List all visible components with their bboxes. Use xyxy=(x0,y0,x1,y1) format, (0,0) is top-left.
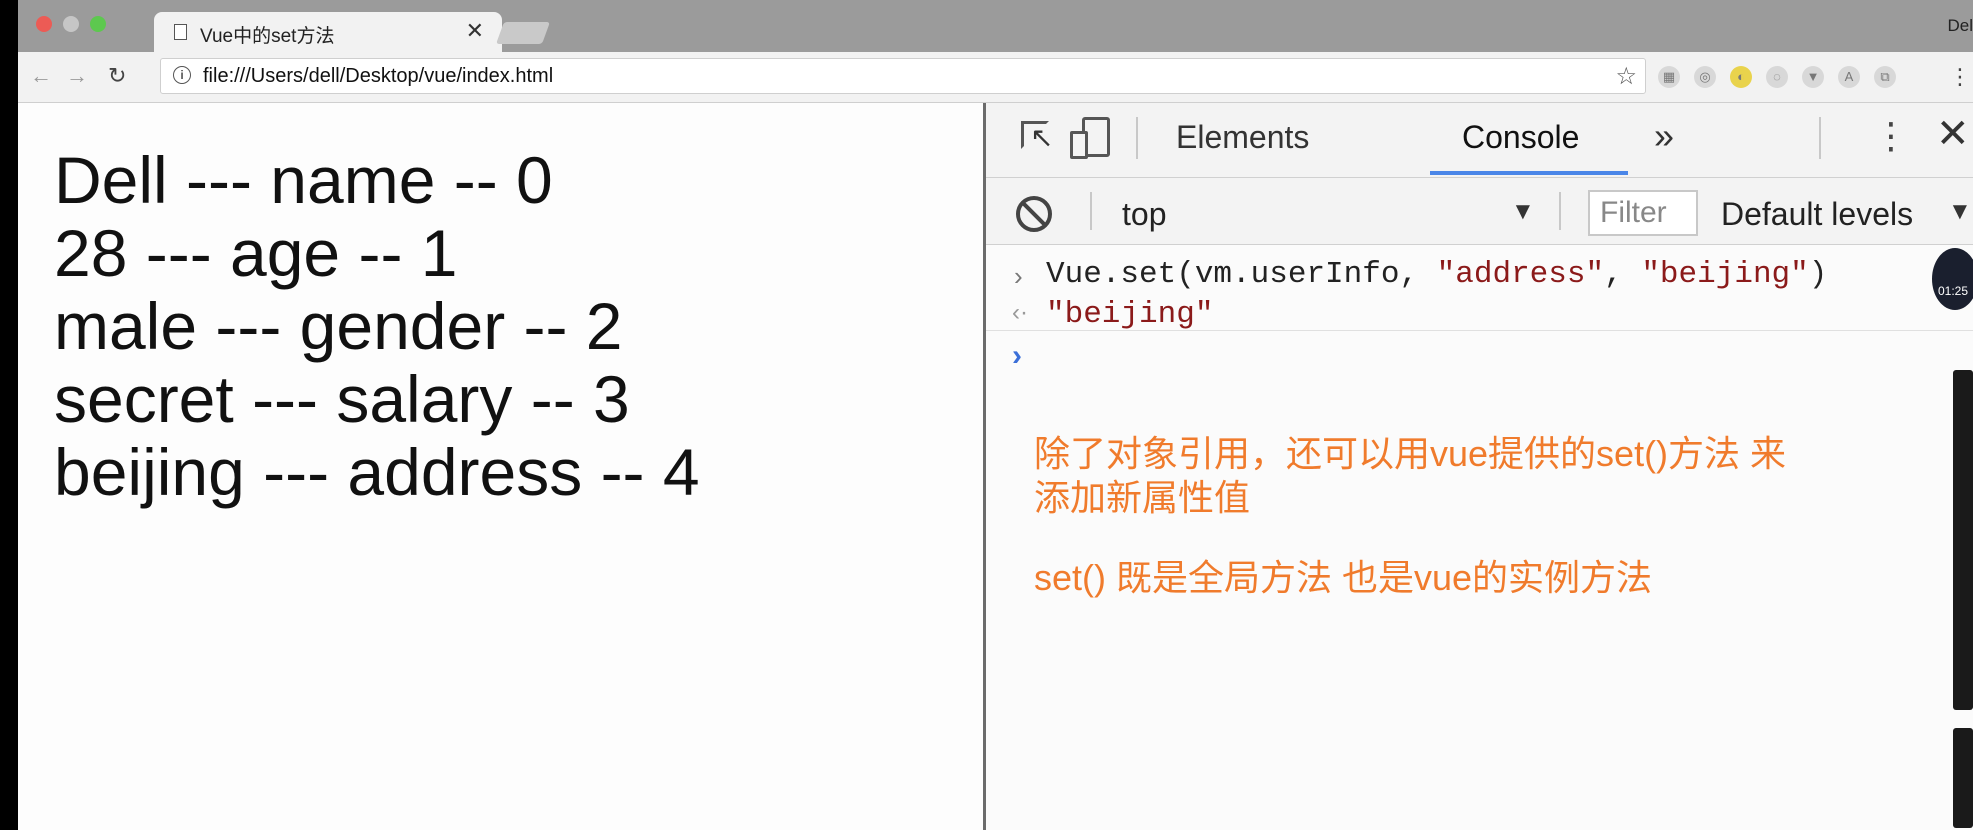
list-item: Dell --- name -- 0 xyxy=(54,143,553,217)
close-tab-icon[interactable]: ✕ xyxy=(466,18,484,44)
extensions-bar: ▦ ◎ ◐ ◌ ▼ A ⧉ xyxy=(1658,66,1896,88)
log-levels-selector[interactable]: Default levels xyxy=(1721,196,1913,233)
code-string: "address" xyxy=(1436,257,1605,292)
code-text: Vue.set(vm.userInfo, xyxy=(1046,257,1437,292)
window-controls xyxy=(36,16,106,32)
browser-tab[interactable]: Vue中的set方法 ✕ xyxy=(154,12,502,52)
output-arrow-icon: ‹· xyxy=(1012,299,1028,326)
reload-icon[interactable]: ↻ xyxy=(108,63,126,89)
recording-timer-badge: 01:25 xyxy=(1932,248,1973,310)
tab-title: Vue中的set方法 xyxy=(200,26,335,47)
list-item: male --- gender -- 2 xyxy=(54,289,623,363)
tab-console[interactable]: Console xyxy=(1462,119,1579,156)
code-text: ) xyxy=(1808,257,1828,292)
browser-window: Vue中的set方法 ✕ Del ← → ↻ i file:///Users/d… xyxy=(18,0,1973,830)
code-string: "beijing" xyxy=(1641,257,1809,292)
address-toolbar: ← → ↻ i file:///Users/dell/Desktop/vue/i… xyxy=(18,52,1973,103)
list-item: beijing --- address -- 4 xyxy=(54,435,700,509)
extension-icon[interactable]: ⧉ xyxy=(1874,66,1896,88)
more-tabs-icon[interactable]: » xyxy=(1654,115,1674,157)
console-output[interactable]: › Vue.set(vm.userInfo, "address", "beiji… xyxy=(986,245,1973,830)
console-output-line: "beijing" xyxy=(1046,297,1214,332)
maximize-window-button[interactable] xyxy=(90,16,106,32)
extension-icon[interactable]: ◐ xyxy=(1730,66,1752,88)
annotation-text: set() 既是全局方法 也是vue的实例方法 xyxy=(1034,557,1653,598)
document-icon xyxy=(174,24,187,40)
inspect-element-icon[interactable] xyxy=(1021,121,1053,152)
tab-strip: Vue中的set方法 ✕ Del xyxy=(18,0,1973,52)
annotation-text: 添加新属性值 xyxy=(1034,477,1251,518)
console-prompt-icon[interactable]: › xyxy=(1012,339,1022,373)
console-input-line: Vue.set(vm.userInfo, "address", "beijing… xyxy=(1046,257,1827,292)
filter-input[interactable]: Filter xyxy=(1588,190,1698,236)
context-dropdown-icon[interactable]: ▼ xyxy=(1511,198,1535,226)
divider xyxy=(1819,117,1821,159)
context-selector[interactable]: top xyxy=(1122,196,1166,233)
address-bar[interactable]: i file:///Users/dell/Desktop/vue/index.h… xyxy=(160,58,1646,94)
clear-console-icon[interactable] xyxy=(1016,196,1052,232)
active-tab-indicator xyxy=(1430,171,1628,175)
devtools-panel: Elements Console » ⋮ ✕ top ▼ Filter Defa… xyxy=(986,103,1973,830)
divider xyxy=(1559,192,1561,230)
page-content: Dell --- name -- 0 28 --- age -- 1 male … xyxy=(18,103,983,830)
device-toolbar-icon[interactable] xyxy=(1070,117,1116,159)
divider xyxy=(986,330,1973,331)
minimize-window-button[interactable] xyxy=(63,16,79,32)
extension-icon[interactable]: ◎ xyxy=(1694,66,1716,88)
info-icon[interactable]: i xyxy=(173,66,191,84)
divider xyxy=(1136,117,1138,159)
close-devtools-icon[interactable]: ✕ xyxy=(1936,111,1970,157)
vue-devtools-icon[interactable]: ▼ xyxy=(1802,66,1824,88)
devtools-menu-icon[interactable]: ⋮ xyxy=(1873,115,1909,157)
devtools-tabbar: Elements Console » ⋮ ✕ xyxy=(986,103,1973,178)
back-icon[interactable]: ← xyxy=(30,63,52,89)
url-text[interactable]: file:///Users/dell/Desktop/vue/index.htm… xyxy=(203,65,553,88)
bookmark-star-icon[interactable]: ☆ xyxy=(1615,62,1637,91)
divider xyxy=(1090,192,1092,230)
levels-dropdown-icon[interactable]: ▼ xyxy=(1948,198,1972,226)
forward-icon[interactable]: → xyxy=(66,63,88,89)
list-item: 28 --- age -- 1 xyxy=(54,216,458,290)
input-prompt-icon: › xyxy=(1014,261,1023,291)
timer-text: 01:25 xyxy=(1938,284,1969,298)
new-tab-button[interactable] xyxy=(495,22,551,44)
code-text: , xyxy=(1604,257,1642,292)
scrollbar[interactable] xyxy=(1953,728,1973,828)
scrollbar[interactable] xyxy=(1953,370,1973,710)
close-window-button[interactable] xyxy=(36,16,52,32)
console-filter-bar: top ▼ Filter Default levels ▼ xyxy=(986,178,1973,245)
extension-icon[interactable]: A xyxy=(1838,66,1860,88)
browser-menu-icon[interactable]: ⋮ xyxy=(1949,64,1971,90)
list-item: secret --- salary -- 3 xyxy=(54,362,630,436)
tab-elements[interactable]: Elements xyxy=(1176,119,1309,156)
profile-label[interactable]: Del xyxy=(1947,16,1973,36)
extension-icon[interactable]: ◌ xyxy=(1766,66,1788,88)
extension-icon[interactable]: ▦ xyxy=(1658,66,1680,88)
